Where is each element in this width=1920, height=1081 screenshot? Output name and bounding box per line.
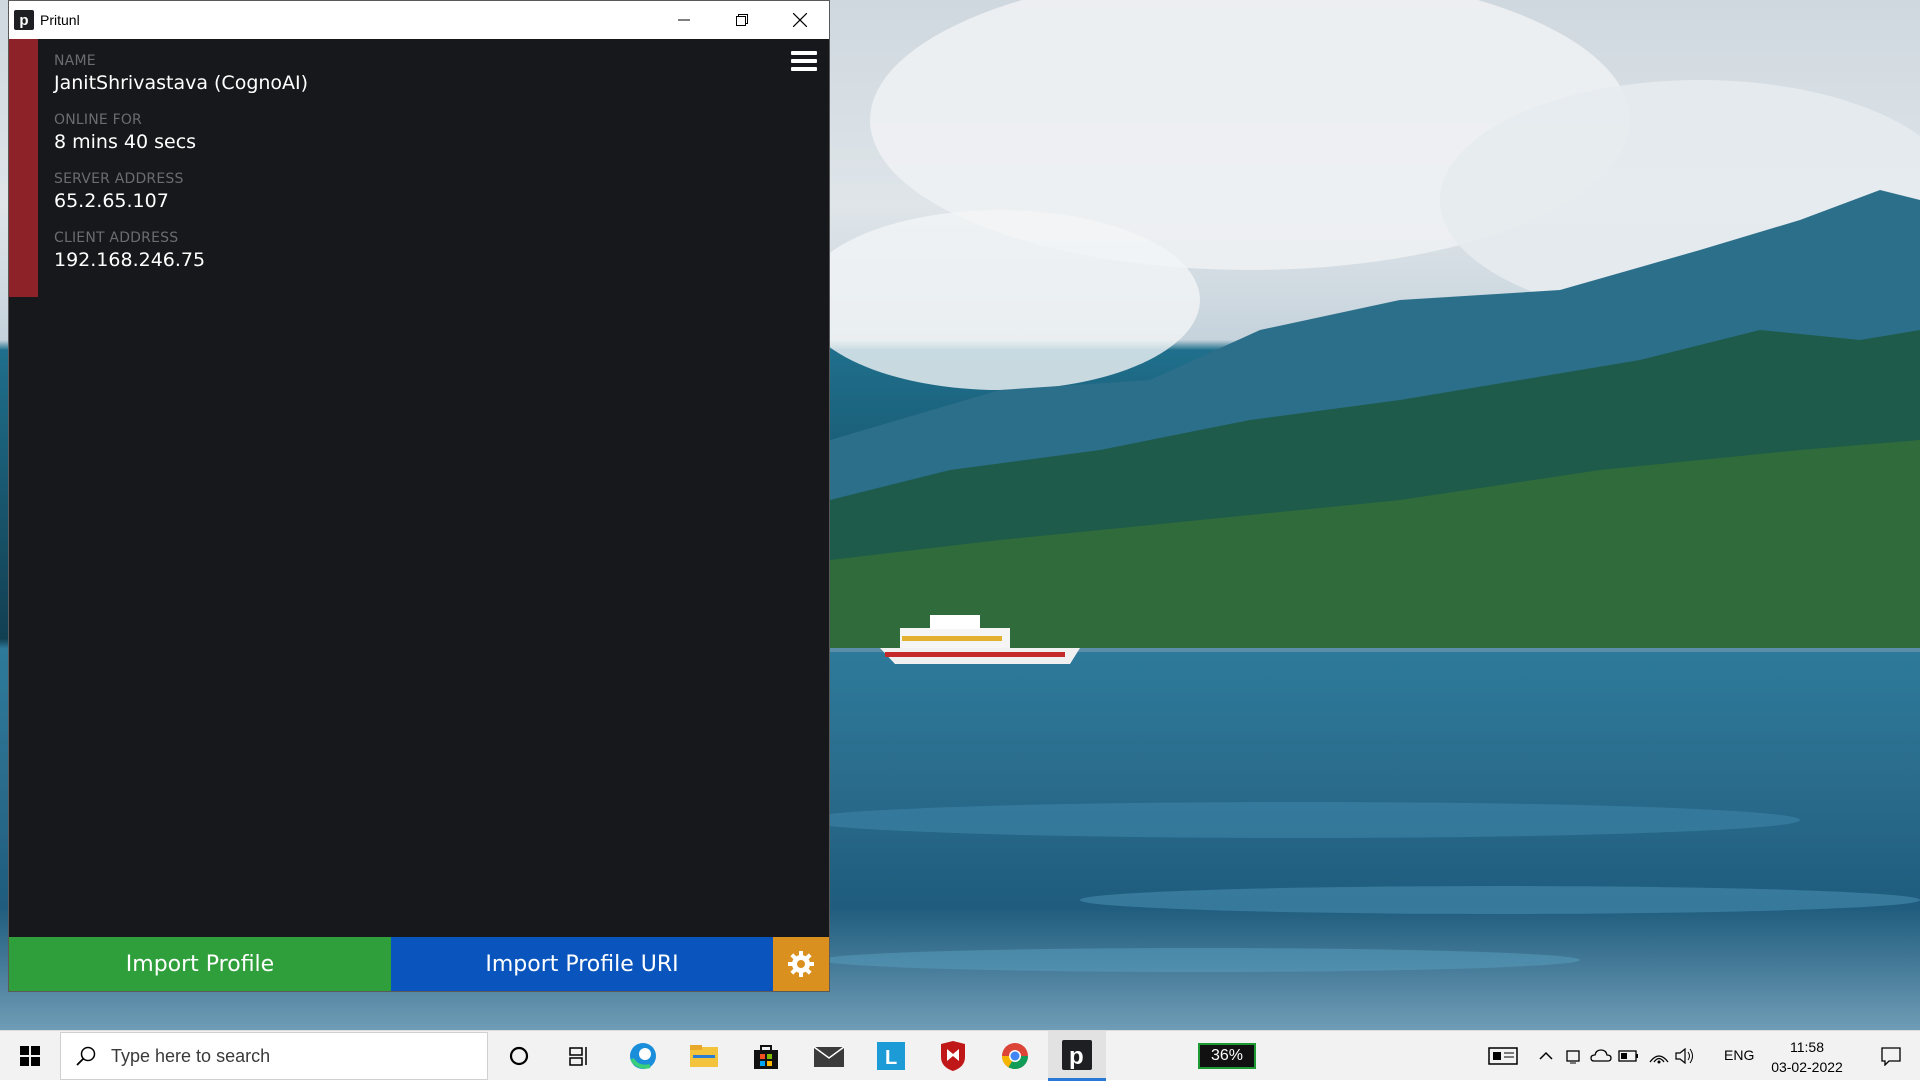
edge-button[interactable] <box>614 1031 672 1081</box>
mail-button[interactable] <box>800 1031 858 1081</box>
notification-icon <box>1881 1047 1901 1066</box>
svg-text:p: p <box>1069 1043 1084 1070</box>
mail-icon <box>813 1046 845 1067</box>
title-bar[interactable]: p Pritunl <box>9 1 829 39</box>
taskbar: Type here to search L p 36% ENG 11:58 03… <box>0 1030 1920 1081</box>
task-view-button[interactable] <box>550 1031 608 1081</box>
profile-panel: NAME JanitShrivastava (CognoAI) ONLINE F… <box>9 39 829 937</box>
search-icon <box>76 1046 96 1066</box>
task-view-icon <box>569 1047 587 1066</box>
restore-icon <box>736 14 748 26</box>
name-label: NAME <box>54 53 96 69</box>
chrome-button[interactable] <box>986 1031 1044 1081</box>
import-profile-uri-button[interactable]: Import Profile URI <box>391 937 773 991</box>
taskbar-search-box[interactable]: Type here to search <box>60 1032 488 1080</box>
minimize-button[interactable] <box>655 1 713 39</box>
online-for-value: 8 mins 40 secs <box>54 131 197 153</box>
show-hidden-icons-chevron-icon[interactable] <box>1536 1046 1556 1066</box>
close-icon <box>793 13 807 27</box>
import-profile-button[interactable]: Import Profile <box>9 937 391 991</box>
l-app-button[interactable]: L <box>862 1031 920 1081</box>
cortana-icon <box>509 1046 529 1066</box>
taskbar-clock[interactable]: 11:58 03-02-2022 <box>1754 1037 1860 1077</box>
name-field: NAME JanitShrivastava (CognoAI) <box>54 53 308 95</box>
client-address-label: CLIENT ADDRESS <box>54 230 179 246</box>
clock-time: 11:58 <box>1790 1039 1824 1055</box>
mcafee-button[interactable] <box>924 1031 982 1081</box>
window-title: Pritunl <box>40 12 80 28</box>
server-address-field: SERVER ADDRESS 65.2.65.107 <box>54 171 308 213</box>
pritunl-app-icon: p <box>14 10 34 30</box>
edge-icon <box>630 1043 656 1069</box>
clock-date: 03-02-2022 <box>1771 1059 1843 1075</box>
bottom-toolbar: Import Profile Import Profile URI <box>9 937 829 991</box>
volume-icon[interactable] <box>1674 1046 1696 1066</box>
hamburger-menu-icon[interactable] <box>791 51 817 75</box>
connection-status-bar <box>9 39 38 297</box>
name-value: JanitShrivastava (CognoAI) <box>54 72 309 94</box>
client-address-field: CLIENT ADDRESS 192.168.246.75 <box>54 230 308 272</box>
battery-percent-badge[interactable]: 36% <box>1198 1043 1256 1069</box>
settings-button[interactable] <box>773 937 829 991</box>
gear-icon <box>788 951 814 977</box>
wifi-icon[interactable] <box>1648 1046 1670 1066</box>
pritunl-taskbar-button[interactable]: p <box>1048 1031 1106 1081</box>
pritunl-icon: p <box>1062 1039 1092 1070</box>
server-address-label: SERVER ADDRESS <box>54 171 184 187</box>
l-app-icon: L <box>877 1042 905 1070</box>
chrome-icon <box>1001 1043 1029 1070</box>
cortana-button[interactable] <box>490 1031 548 1081</box>
notifications-button[interactable] <box>1866 1031 1916 1081</box>
device-icon[interactable] <box>1564 1047 1582 1065</box>
windows-logo-icon <box>20 1046 40 1066</box>
system-tray <box>1488 1031 1696 1081</box>
search-placeholder: Type here to search <box>111 1045 271 1066</box>
client-address-value: 192.168.246.75 <box>54 249 206 271</box>
window-controls <box>655 1 829 39</box>
onedrive-icon[interactable] <box>1590 1047 1612 1065</box>
battery-icon[interactable] <box>1618 1049 1640 1063</box>
start-button[interactable] <box>0 1031 60 1081</box>
server-address-value: 65.2.65.107 <box>54 190 169 212</box>
minimize-icon <box>678 19 690 21</box>
file-explorer-button[interactable] <box>675 1031 733 1081</box>
online-for-field: ONLINE FOR 8 mins 40 secs <box>54 112 308 154</box>
news-icon[interactable] <box>1488 1045 1520 1067</box>
store-button[interactable] <box>737 1031 795 1081</box>
language-indicator[interactable]: ENG <box>1724 1047 1754 1063</box>
restore-button[interactable] <box>713 1 771 39</box>
profile-info: NAME JanitShrivastava (CognoAI) ONLINE F… <box>54 53 308 289</box>
svg-text:L: L <box>885 1047 897 1069</box>
mcafee-icon <box>941 1041 965 1071</box>
store-icon <box>754 1045 778 1069</box>
close-button[interactable] <box>771 1 829 39</box>
file-explorer-icon <box>690 1045 718 1067</box>
pritunl-window: p Pritunl NAME JanitShrivastava (CognoAI… <box>8 0 830 992</box>
online-for-label: ONLINE FOR <box>54 112 142 128</box>
